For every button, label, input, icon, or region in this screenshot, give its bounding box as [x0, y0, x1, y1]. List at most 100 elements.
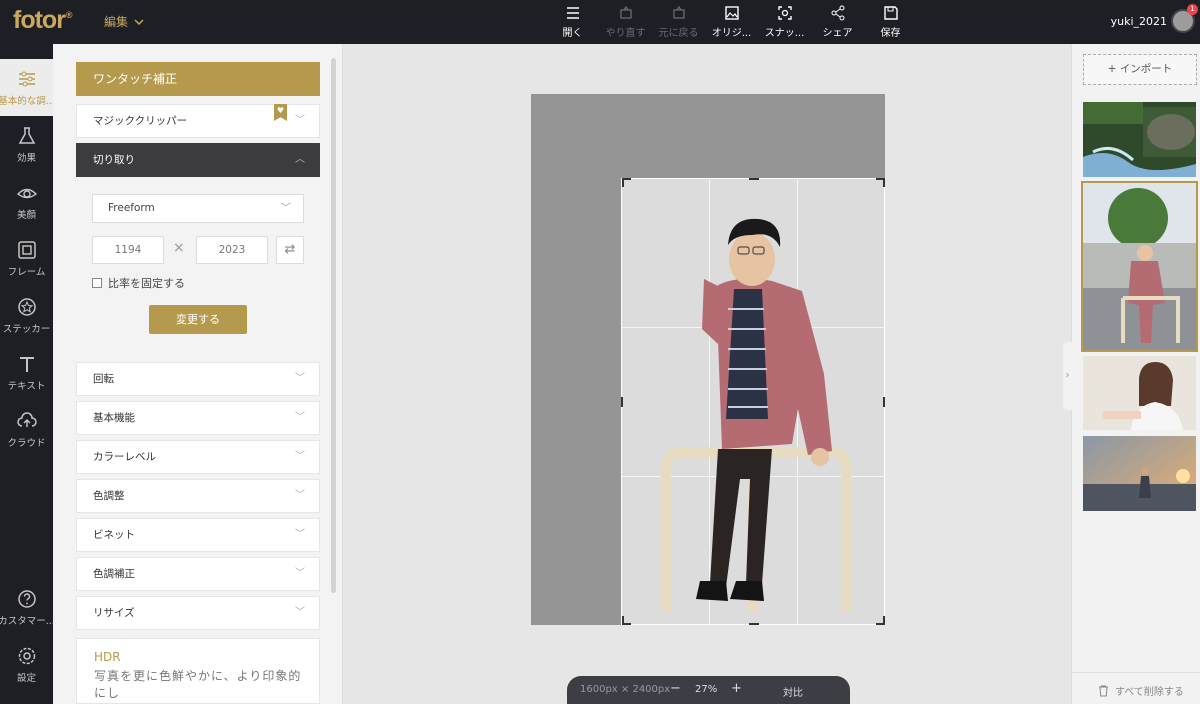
hdr-card[interactable]: HDR 写真を更に色鮮やかに、より印象的にし: [76, 638, 320, 704]
color-level-label: カラーレベル: [93, 451, 156, 463]
cloud-icon: [16, 411, 37, 427]
waterfall-photo: [1083, 102, 1196, 177]
tone-correct-section[interactable]: 色調補正 ﹀: [76, 557, 320, 591]
crop-edge-handle[interactable]: [883, 397, 885, 407]
thumbnail[interactable]: [1083, 436, 1196, 511]
settings-icon: [18, 647, 35, 664]
basic-label: 基本機能: [93, 412, 135, 424]
panel-scrollbar[interactable]: [331, 58, 336, 593]
swap-icon[interactable]: ⇄: [276, 236, 304, 264]
snapshot-icon: [777, 6, 792, 20]
crop-section[interactable]: 切り取り ︿: [76, 143, 320, 177]
crop-corner-handle[interactable]: [622, 178, 631, 187]
zoom-in-button[interactable]: +: [731, 681, 742, 696]
share-button[interactable]: シェア: [811, 0, 864, 44]
nav-effects-label: 効果: [16, 152, 36, 164]
frame-icon: [17, 240, 36, 259]
color-adjust-section[interactable]: 色調整 ﹀: [76, 479, 320, 513]
chevron-down-icon: ﹀: [295, 373, 305, 384]
chevron-down-icon: [134, 18, 144, 25]
compare-button[interactable]: 対比: [783, 684, 803, 699]
nav-basic-adjust[interactable]: 基本的な調...: [0, 59, 53, 116]
magic-clipper-label: マジッククリッパー: [93, 115, 188, 127]
crop-mode-select[interactable]: Freeform ﹀: [92, 194, 304, 223]
chevron-right-icon[interactable]: ›: [1063, 342, 1072, 410]
apply-button[interactable]: 変更する: [149, 305, 247, 334]
open-button[interactable]: 開く: [546, 0, 599, 44]
thumbnail[interactable]: [1083, 102, 1196, 177]
crop-corner-handle[interactable]: [622, 616, 631, 625]
crop-corner-handle[interactable]: [876, 178, 885, 187]
toolbar: 開く やり直す 元に戻る オリジ... スナッ... シェア 保存: [546, 0, 917, 44]
nav-customer[interactable]: カスタマー...: [0, 579, 53, 636]
zoom-level: 27%: [695, 684, 718, 695]
redo-button[interactable]: やり直す: [599, 0, 652, 44]
nav-beauty-label: 美顔: [16, 209, 36, 221]
color-level-section[interactable]: カラーレベル ﹀: [76, 440, 320, 474]
import-button[interactable]: + インポート: [1083, 54, 1197, 85]
original-button[interactable]: オリジ...: [705, 0, 758, 44]
image-dimensions: 1600px × 2400px: [580, 684, 671, 695]
crop-edge-handle[interactable]: [749, 178, 759, 180]
left-nav: 基本的な調... 効果 美顔 フレーム ステッカー テキスト クラウド カスタマ…: [0, 44, 53, 704]
nav-effects[interactable]: 効果: [0, 116, 53, 173]
thumbnail-selected[interactable]: [1081, 181, 1198, 352]
notification-badge[interactable]: 1: [1187, 4, 1198, 15]
rotate-label: 回転: [93, 373, 114, 385]
redo-label: やり直す: [605, 28, 646, 39]
nav-basic-adjust-label: 基本的な調...: [0, 95, 53, 107]
share-label: シェア: [822, 28, 853, 39]
vignette-section[interactable]: ビネット ﹀: [76, 518, 320, 552]
username[interactable]: yuki_2021: [1111, 15, 1167, 28]
chevron-down-icon: ﹀: [295, 568, 305, 579]
thumbnail[interactable]: [1083, 356, 1196, 430]
chevron-down-icon: ﹀: [295, 529, 305, 540]
nav-sticker[interactable]: ステッカー: [0, 287, 53, 344]
woman-photo: [1083, 356, 1196, 430]
chevron-down-icon: ﹀: [295, 412, 305, 423]
nav-beauty[interactable]: 美顔: [0, 173, 53, 230]
nav-frame[interactable]: フレーム: [0, 230, 53, 287]
zoom-bar: 1600px × 2400px − 27% + 対比: [567, 676, 850, 704]
edit-menu[interactable]: 編集: [104, 13, 144, 30]
vignette-label: ビネット: [93, 529, 135, 541]
crop-edge-handle[interactable]: [621, 397, 623, 407]
flask-icon: [18, 126, 35, 144]
crop-corner-handle[interactable]: [876, 616, 885, 625]
delete-all-button[interactable]: すべて削除する: [1098, 683, 1184, 698]
rotate-section[interactable]: 回転 ﹀: [76, 362, 320, 396]
resize-label: リサイズ: [93, 607, 135, 619]
nav-frame-label: フレーム: [7, 266, 46, 278]
sliders-icon: [18, 71, 35, 86]
trash-icon: [1099, 685, 1108, 696]
zoom-out-button[interactable]: −: [670, 681, 681, 696]
snapshot-label: スナッ...: [764, 28, 805, 39]
delete-all-label: すべて削除する: [1115, 687, 1184, 698]
fotor-logo[interactable]: fotor®: [13, 6, 73, 35]
snapshot-button[interactable]: スナッ...: [758, 0, 811, 44]
resize-section[interactable]: リサイズ ﹀: [76, 596, 320, 630]
nav-settings[interactable]: 設定: [0, 636, 53, 693]
crop-area[interactable]: [621, 178, 885, 625]
crop-width-input[interactable]: 1194: [92, 236, 164, 264]
basic-section[interactable]: 基本機能 ﹀: [76, 401, 320, 435]
lock-ratio-row[interactable]: 比率を固定する: [92, 275, 185, 291]
crop-height-input[interactable]: 2023: [196, 236, 268, 264]
lock-ratio-checkbox[interactable]: [92, 278, 102, 288]
save-button[interactable]: 保存: [864, 0, 917, 44]
crop-edge-handle[interactable]: [749, 623, 759, 625]
nav-customer-label: カスタマー...: [0, 615, 53, 627]
hdr-description: 写真を更に色鮮やかに、より印象的にし: [94, 669, 302, 700]
nav-text[interactable]: テキスト: [0, 344, 53, 401]
nav-cloud[interactable]: クラウド: [0, 401, 53, 458]
hdr-title: HDR: [94, 650, 121, 664]
save-icon: [883, 6, 898, 20]
chevron-down-icon: ﹀: [280, 202, 292, 214]
undo-button[interactable]: 元に戻る: [652, 0, 705, 44]
undo-label: 元に戻る: [658, 28, 699, 39]
eye-icon: [16, 188, 37, 198]
one-touch-button[interactable]: ワンタッチ補正: [76, 62, 320, 96]
share-icon: [831, 5, 844, 21]
save-label: 保存: [880, 28, 901, 39]
original-label: オリジ...: [711, 28, 752, 39]
